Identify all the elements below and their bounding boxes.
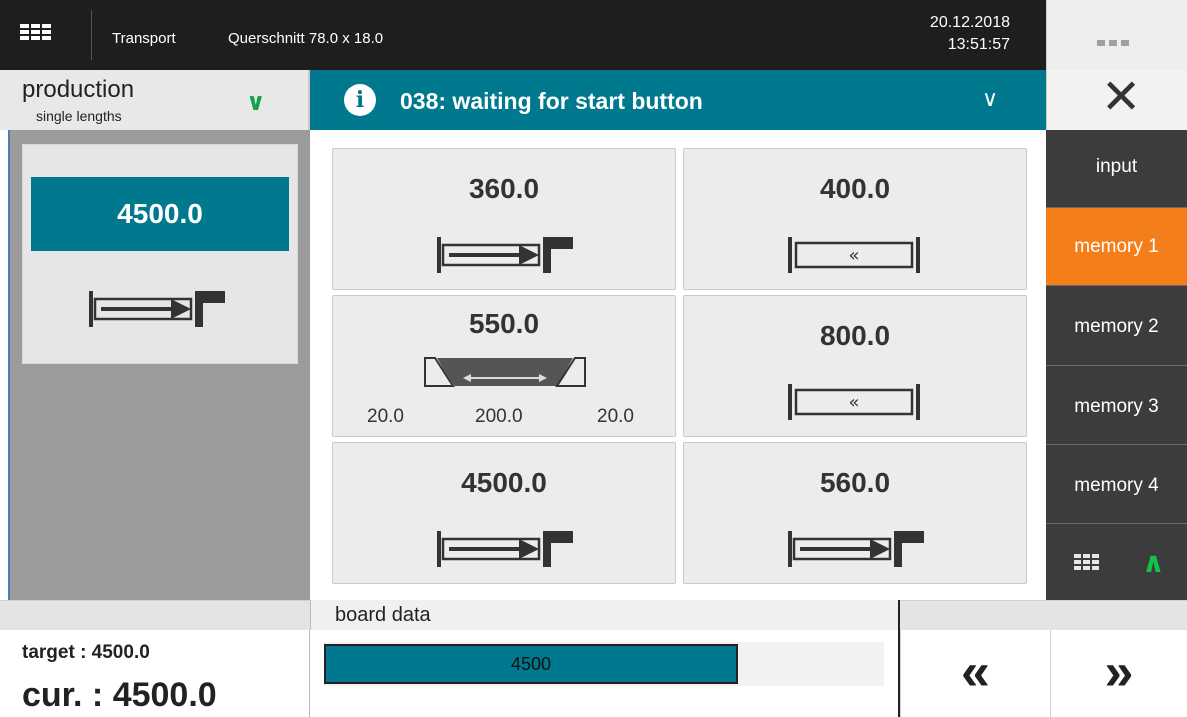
length-value: 4500.0 [461,467,547,498]
push-arrow-icon [435,233,575,277]
grid-menu-icon [20,24,51,40]
bevel-left-label: 20.0 [367,406,404,427]
memory-cell[interactable]: 4500.0 [332,442,676,584]
top-bar: Transport Querschnitt 78.0 x 18.0 20.12.… [0,0,1046,70]
memory-cell[interactable]: 550.0 20.0 200.0 20.0 [332,295,676,437]
main-menu-button[interactable] [6,10,92,60]
memory-cell[interactable]: 560.0 [683,442,1027,584]
sidebar-item-label: memory 1 [1074,236,1159,257]
window-icon: « [786,380,926,424]
sidebar-item-label: memory 3 [1074,396,1159,417]
next-button[interactable]: » [1050,630,1187,717]
target-value: target : 4500.0 [22,642,150,663]
mode-selector[interactable]: production single lengths ∨ [0,70,310,130]
sidebar-footer: ∧ [1046,524,1187,600]
sidebar-item-label: memory 4 [1074,475,1159,496]
target-panel: target : 4500.0 cur. : 4500.0 [0,630,310,717]
close-icon: ✕ [1101,71,1142,124]
status-message: 038: waiting for start button [400,88,703,114]
length-value: 800.0 [819,320,891,351]
grid-view-icon[interactable] [1074,554,1099,570]
board-length-bar: 4500 [324,644,738,684]
more-options-button[interactable] [1046,0,1187,70]
previous-button[interactable]: « [900,630,1050,717]
sidebar-item-memory-2[interactable]: memory 2 [1046,286,1187,366]
chevron-up-icon[interactable]: ∧ [1142,546,1165,579]
memory-sidebar: input memory 1 memory 2 memory 3 memory … [1046,130,1187,600]
sidebar-item-label: memory 2 [1074,316,1159,337]
trapezoid-icon [423,356,587,396]
more-dots-icon [1097,40,1129,46]
memory-cell[interactable]: 400.0 « [683,148,1027,290]
current-length-value: 4500.0 [31,177,289,251]
length-value: 360.0 [468,173,540,204]
push-arrow-icon [435,527,575,571]
sidebar-item-memory-3[interactable]: memory 3 [1046,366,1187,445]
memory-cell[interactable]: 360.0 [332,148,676,290]
length-value: 550.0 [468,308,540,339]
mode-subtitle: single lengths [36,108,122,124]
length-value: 400.0 [819,173,891,204]
bevel-right-label: 20.0 [597,406,634,427]
date-label: 20.12.2018 [929,14,1010,31]
sidebar-item-memory-4[interactable]: memory 4 [1046,445,1187,524]
mode-title: production [22,76,135,103]
close-button[interactable]: ✕ [1046,70,1187,130]
current-program-panel: 4500.0 [8,130,310,600]
length-value: 560.0 [819,467,891,498]
board-data-panel: 4500 [310,630,900,717]
push-arrow-icon [87,287,227,331]
sidebar-item-label: input [1095,156,1138,177]
chevron-down-icon: ∨ [982,86,999,111]
chevron-down-icon: ∨ [246,89,266,116]
memory-cell[interactable]: 800.0 « [683,295,1027,437]
board-data-label: board data [310,600,900,630]
info-icon: i [344,84,376,116]
app-title: Transport [112,30,176,47]
cross-section-label: Querschnitt 78.0 x 18.0 [228,30,384,47]
sidebar-item-input[interactable]: input [1046,130,1187,208]
current-value: cur. : 4500.0 [22,676,217,714]
status-bar[interactable]: i 038: waiting for start button ∨ [310,70,1046,130]
time-label: 13:51:57 [947,36,1010,53]
symbol-label: « [848,392,859,413]
memory-grid: 360.0 400.0 « 550.0 20.0 200.0 20.0 800.… [310,130,1046,600]
sidebar-item-memory-1[interactable]: memory 1 [1046,208,1187,286]
current-program-card[interactable]: 4500.0 [22,144,298,364]
bevel-width-label: 200.0 [475,406,523,427]
symbol-label: « [848,245,859,266]
window-icon: « [786,233,926,277]
push-arrow-icon [786,527,926,571]
date-time: 20.12.2018 13:51:57 [930,12,1010,56]
